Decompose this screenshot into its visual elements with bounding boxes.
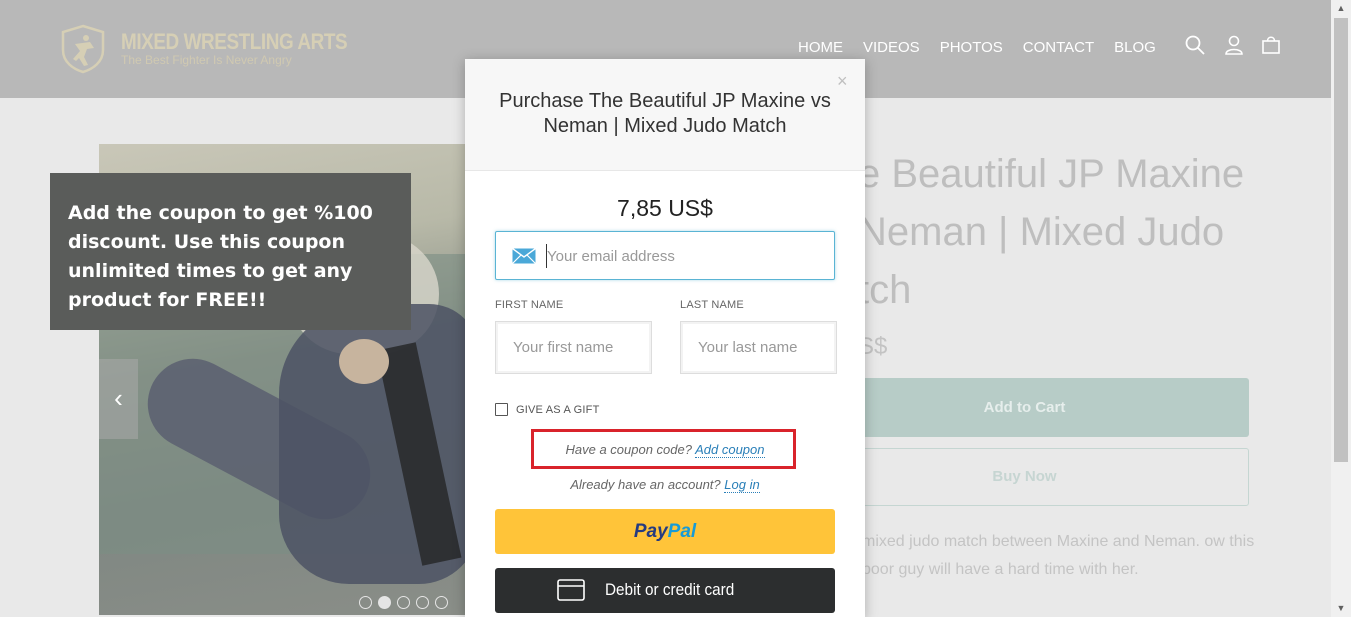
gift-checkbox-row[interactable]: GIVE AS A GIFT bbox=[495, 403, 600, 416]
product-title: e Beautiful JP Maxine Neman | Mixed Judo… bbox=[858, 152, 1245, 312]
credit-card-icon bbox=[557, 579, 585, 601]
account-prompt: Already have an account? bbox=[570, 477, 721, 492]
modal-price: 7,85 US$ bbox=[617, 195, 713, 221]
login-link[interactable]: Log in bbox=[724, 477, 760, 493]
main-nav: HOME VIDEOS PHOTOS CONTACT BLOG bbox=[798, 39, 1176, 56]
nav-photos[interactable]: PHOTOS bbox=[940, 39, 1003, 56]
modal-header: Purchase The Beautiful JP Maxine vs Nema… bbox=[465, 59, 865, 171]
close-icon[interactable]: × bbox=[837, 71, 848, 92]
card-button-label: Debit or credit card bbox=[605, 580, 735, 599]
nav-videos[interactable]: VIDEOS bbox=[863, 39, 920, 56]
chevron-left-icon: ‹ bbox=[114, 383, 123, 413]
coupon-prompt: Have a coupon code? bbox=[565, 442, 692, 457]
envelope-icon bbox=[512, 248, 536, 264]
purchase-modal: Purchase The Beautiful JP Maxine vs Nema… bbox=[465, 59, 865, 617]
paypal-logo-pay: Pay bbox=[633, 521, 668, 542]
search-icon[interactable] bbox=[1184, 34, 1206, 56]
logo-subtitle: The Best Fighter Is Never Angry bbox=[121, 53, 292, 67]
product-description: mixed judo match between Maxine and Nema… bbox=[862, 533, 1255, 578]
scroll-down-arrow[interactable]: ▼ bbox=[1331, 600, 1351, 617]
carousel-dot[interactable] bbox=[359, 596, 372, 609]
first-name-label: FIRST NAME bbox=[495, 299, 564, 311]
card-payment-button[interactable]: Debit or credit card bbox=[495, 568, 835, 613]
carousel-prev-button[interactable]: ‹ bbox=[99, 359, 138, 439]
scroll-up-arrow[interactable]: ▲ bbox=[1331, 0, 1351, 17]
paypal-logo-pal: Pal bbox=[667, 521, 697, 542]
email-field[interactable] bbox=[495, 231, 835, 280]
bag-icon[interactable] bbox=[1260, 34, 1282, 56]
gift-label: GIVE AS A GIFT bbox=[516, 403, 600, 416]
carousel-dots bbox=[359, 596, 448, 609]
page-scrollbar[interactable]: ▲ ▼ bbox=[1331, 0, 1351, 617]
logo-shield-icon[interactable] bbox=[60, 24, 106, 74]
login-row: Already have an account? Log in bbox=[465, 477, 865, 493]
last-name-label: LAST NAME bbox=[680, 299, 744, 311]
first-name-input[interactable] bbox=[495, 321, 652, 374]
modal-title: Purchase The Beautiful JP Maxine vs Nema… bbox=[499, 90, 831, 137]
buy-now-button[interactable]: Buy Now bbox=[800, 448, 1249, 506]
user-icon[interactable] bbox=[1223, 34, 1245, 56]
promo-overlay: Add the coupon to get %100 discount. Use… bbox=[50, 173, 411, 330]
carousel-dot[interactable] bbox=[397, 596, 410, 609]
promo-text: Add the coupon to get %100 discount. Use… bbox=[68, 202, 373, 311]
carousel-dot[interactable] bbox=[416, 596, 429, 609]
nav-home[interactable]: HOME bbox=[798, 39, 843, 56]
email-input[interactable] bbox=[546, 244, 816, 268]
gift-checkbox[interactable] bbox=[495, 403, 508, 416]
nav-contact[interactable]: CONTACT bbox=[1023, 39, 1094, 56]
add-to-cart-button[interactable]: Add to Cart bbox=[800, 378, 1249, 437]
nav-blog[interactable]: BLOG bbox=[1114, 39, 1156, 56]
add-coupon-link[interactable]: Add coupon bbox=[695, 442, 765, 458]
paypal-button[interactable]: PayPal bbox=[495, 509, 835, 554]
carousel-dot[interactable] bbox=[435, 596, 448, 609]
scroll-thumb[interactable] bbox=[1334, 18, 1348, 462]
image-figure bbox=[339, 339, 389, 384]
logo-title[interactable]: MIXED WRESTLING ARTS bbox=[121, 29, 348, 55]
coupon-row: Have a coupon code? Add coupon bbox=[465, 442, 865, 458]
carousel-dot[interactable] bbox=[378, 596, 391, 609]
last-name-input[interactable] bbox=[680, 321, 837, 374]
